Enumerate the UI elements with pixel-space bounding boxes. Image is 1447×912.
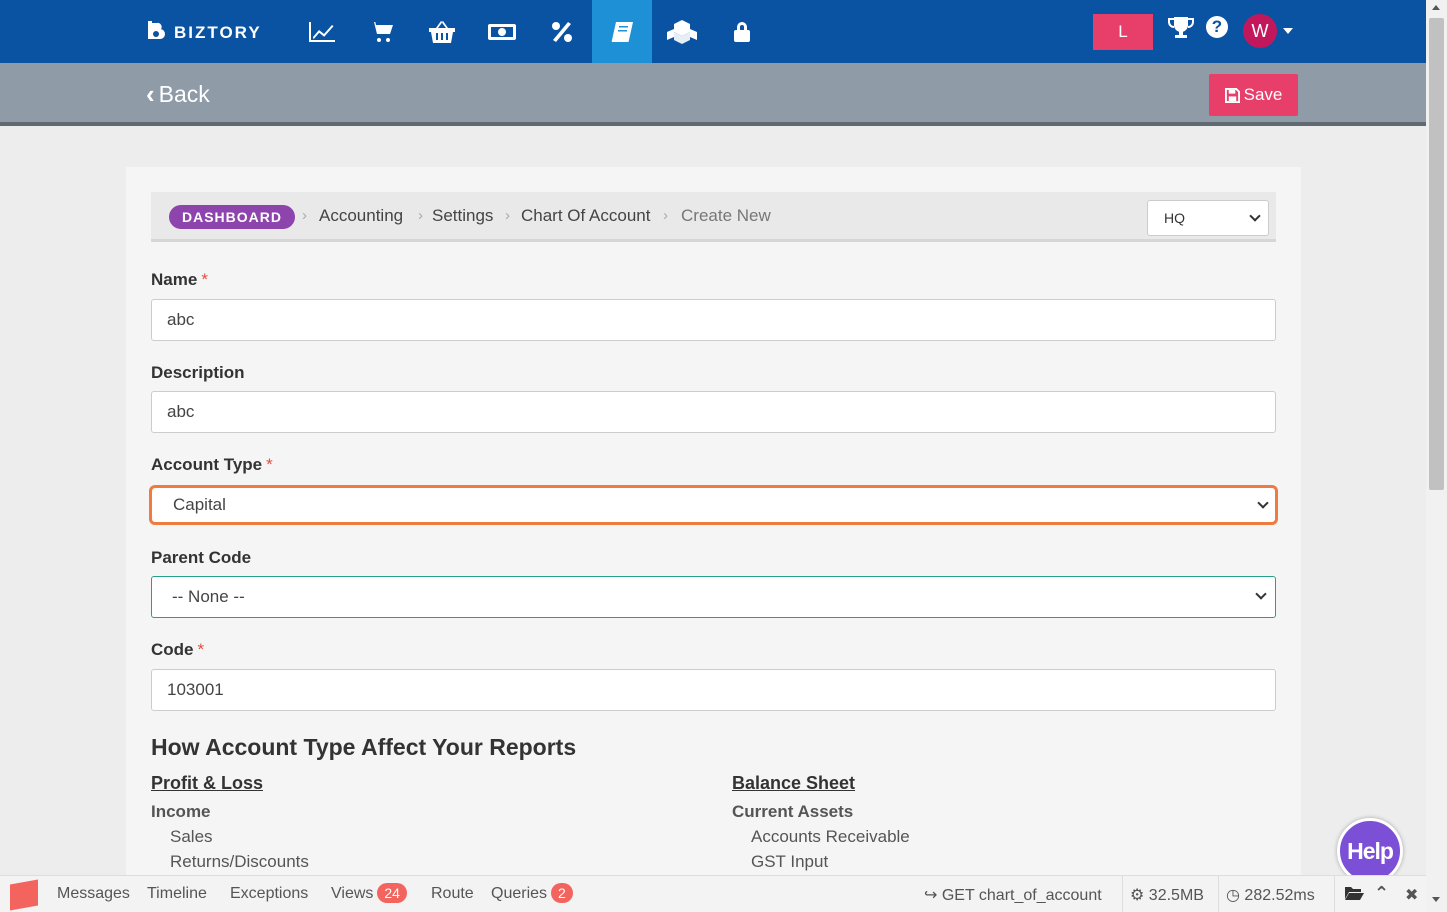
description-field[interactable]: abc bbox=[151, 391, 1276, 433]
current-assets-group: Current Assets bbox=[732, 802, 854, 821]
breadcrumb-chart-of-account[interactable]: Chart Of Account bbox=[521, 206, 650, 226]
l-button[interactable]: L bbox=[1093, 14, 1153, 50]
help-icon[interactable]: ? bbox=[1206, 16, 1228, 38]
breadcrumb-accounting[interactable]: Accounting bbox=[319, 206, 403, 226]
clock-icon: ◷ bbox=[1226, 887, 1240, 904]
breadcrumb-settings[interactable]: Settings bbox=[432, 206, 493, 226]
nav-money-icon[interactable] bbox=[472, 0, 532, 63]
memory-info: ⚙ 32.5MB bbox=[1130, 887, 1204, 904]
debug-bar: Messages Timeline Exceptions Views 24 Rou… bbox=[0, 875, 1426, 912]
save-button[interactable]: Save bbox=[1209, 74, 1298, 116]
debug-tab-queries[interactable]: Queries 2 bbox=[491, 883, 573, 903]
nav-chart-line-icon[interactable] bbox=[292, 0, 352, 63]
time-info: ◷ 282.52ms bbox=[1226, 887, 1315, 904]
chevron-left-icon: ‹ bbox=[146, 79, 155, 109]
name-field[interactable]: abc bbox=[151, 299, 1276, 341]
branch-select-value: HQ bbox=[1164, 210, 1185, 226]
nav-cubes-icon[interactable] bbox=[652, 0, 712, 63]
top-navbar: BIZTORY L ? W bbox=[0, 0, 1426, 63]
folder-open-icon[interactable] bbox=[1344, 885, 1364, 906]
account-type-value: Capital bbox=[173, 495, 226, 514]
close-icon[interactable]: ✖ bbox=[1405, 885, 1418, 905]
account-type-label: Account Type * bbox=[151, 455, 273, 474]
chevron-down-icon bbox=[1257, 497, 1269, 509]
views-count-badge: 24 bbox=[377, 883, 407, 903]
parent-code-select[interactable]: -- None -- bbox=[151, 576, 1276, 618]
name-label: Name * bbox=[151, 270, 208, 289]
nav-lock-icon[interactable] bbox=[712, 0, 772, 63]
nav-cart-icon[interactable] bbox=[352, 0, 412, 63]
code-field[interactable]: 103001 bbox=[151, 669, 1276, 711]
save-label: Save bbox=[1243, 85, 1283, 104]
debug-tab-views[interactable]: Views 24 bbox=[331, 883, 407, 903]
request-info[interactable]: ↪ GET chart_of_account bbox=[924, 885, 1102, 905]
brand-name: BIZTORY bbox=[174, 22, 262, 42]
balance-sheet-title: Balance Sheet bbox=[732, 773, 856, 793]
nav-percent-icon[interactable] bbox=[532, 0, 592, 63]
breadcrumb: DASHBOARD › Accounting › Settings › Char… bbox=[151, 192, 1276, 242]
queries-count-badge: 2 bbox=[551, 883, 573, 903]
debug-tab-timeline[interactable]: Timeline bbox=[147, 885, 207, 903]
code-value: 103001 bbox=[167, 680, 224, 699]
brand-logo[interactable]: BIZTORY bbox=[144, 18, 262, 47]
avatar[interactable]: W bbox=[1243, 14, 1277, 48]
debug-tab-exceptions[interactable]: Exceptions bbox=[230, 885, 308, 903]
name-value: abc bbox=[167, 310, 195, 329]
nav-book-icon[interactable] bbox=[592, 0, 652, 63]
vertical-scrollbar[interactable] bbox=[1426, 0, 1447, 912]
chevron-down-icon bbox=[1255, 588, 1267, 600]
parent-code-label: Parent Code bbox=[151, 548, 252, 567]
scrollbar-thumb[interactable] bbox=[1429, 18, 1444, 490]
chevron-up-icon[interactable]: ⌃ bbox=[1374, 883, 1389, 904]
brand-icon bbox=[144, 18, 168, 47]
chevron-right-icon: › bbox=[663, 207, 668, 224]
list-item: Accounts Receivable bbox=[751, 827, 910, 846]
share-icon: ↪ bbox=[924, 887, 938, 904]
description-label: Description bbox=[151, 363, 245, 382]
parent-code-value: -- None -- bbox=[172, 587, 245, 606]
scroll-up-icon[interactable] bbox=[1432, 5, 1440, 10]
scroll-down-icon[interactable] bbox=[1432, 897, 1440, 902]
list-item: GST Input bbox=[751, 852, 829, 871]
debugbar-logo-icon[interactable] bbox=[10, 879, 38, 911]
branch-select[interactable]: HQ bbox=[1147, 200, 1269, 236]
chevron-down-icon[interactable] bbox=[1283, 28, 1293, 34]
account-type-select[interactable]: Capital bbox=[149, 485, 1278, 525]
chevron-right-icon: › bbox=[302, 207, 307, 224]
sub-header: ‹ Back Save bbox=[0, 63, 1426, 126]
chevron-right-icon: › bbox=[505, 207, 510, 224]
profit-loss-title: Profit & Loss bbox=[151, 773, 264, 793]
chevron-down-icon bbox=[1249, 210, 1261, 222]
breadcrumb-dashboard[interactable]: DASHBOARD bbox=[169, 205, 295, 229]
debug-tab-route[interactable]: Route bbox=[431, 885, 474, 903]
debug-tab-messages[interactable]: Messages bbox=[57, 885, 130, 903]
floppy-icon bbox=[1224, 87, 1240, 103]
cogs-icon: ⚙ bbox=[1130, 887, 1145, 904]
nav-basket-icon[interactable] bbox=[412, 0, 472, 63]
code-label: Code * bbox=[151, 640, 205, 659]
income-group: Income bbox=[151, 802, 211, 821]
chevron-right-icon: › bbox=[418, 207, 423, 224]
list-item: Sales bbox=[170, 827, 213, 846]
list-item: Returns/Discounts bbox=[170, 852, 309, 871]
reports-section-title: How Account Type Affect Your Reports bbox=[151, 734, 577, 760]
trophy-icon[interactable] bbox=[1168, 16, 1194, 45]
description-value: abc bbox=[167, 402, 195, 421]
back-button[interactable]: ‹ Back bbox=[146, 79, 210, 110]
breadcrumb-create-new: Create New bbox=[681, 206, 771, 225]
form-card bbox=[126, 167, 1301, 912]
back-label: Back bbox=[158, 81, 210, 107]
